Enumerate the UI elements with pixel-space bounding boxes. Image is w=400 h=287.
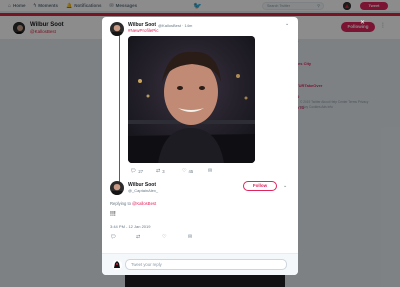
message-action[interactable]: ✉ bbox=[188, 234, 192, 240]
chevron-down-icon[interactable]: ⌄ bbox=[285, 21, 289, 27]
retweet-action[interactable]: ⇄ 3 bbox=[156, 168, 182, 174]
reply-icon: 💬︎ bbox=[130, 168, 137, 174]
retweet-icon: ⇄ bbox=[136, 234, 141, 240]
close-icon[interactable]: ✕ bbox=[360, 19, 365, 26]
thread-connector bbox=[119, 35, 120, 191]
reply-composer: Tweet your reply bbox=[102, 253, 298, 275]
retweet-icon: ⇄ bbox=[156, 168, 161, 174]
like-action[interactable]: ♡ bbox=[162, 234, 188, 240]
heart-icon: ♡ bbox=[182, 168, 187, 174]
reply-timestamp[interactable]: 3:44 PM - 12 Jan 2019 bbox=[110, 224, 150, 229]
like-action[interactable]: ♡ 45 bbox=[182, 168, 208, 174]
reply-icon: 💬︎ bbox=[110, 234, 117, 240]
reply-count: 27 bbox=[138, 168, 144, 174]
reply-action[interactable]: 💬︎ bbox=[110, 234, 136, 240]
retweet-action[interactable]: ⇄ bbox=[136, 234, 162, 240]
retweet-count: 3 bbox=[162, 168, 165, 174]
reply-author-handle[interactable]: @_CaptainAlex_ bbox=[128, 188, 158, 193]
replying-to: Replying to @KallosBest bbox=[110, 201, 156, 206]
envelope-icon: ✉ bbox=[208, 168, 213, 174]
reply-text: !!! bbox=[110, 211, 116, 218]
composer-avatar bbox=[112, 260, 122, 270]
reply-actions: 💬︎ ⇄ ♡ ✉ bbox=[110, 234, 192, 240]
message-action[interactable]: ✉ bbox=[208, 168, 212, 174]
reply-author-avatar[interactable] bbox=[110, 181, 124, 195]
heart-icon: ♡ bbox=[162, 234, 167, 240]
chevron-down-icon[interactable]: ⌄ bbox=[283, 183, 287, 189]
like-count: 45 bbox=[188, 168, 194, 174]
tweet-hashtag[interactable]: #NewProfilePic bbox=[128, 28, 159, 33]
tweet-modal: Wilbur Soot @KallosBest · 14m #NewProfil… bbox=[102, 17, 298, 275]
replying-to-handle[interactable]: @KallosBest bbox=[132, 201, 156, 206]
envelope-icon: ✉ bbox=[188, 234, 193, 240]
follow-button[interactable]: Follow bbox=[243, 181, 277, 191]
tweet-author-meta[interactable]: @KallosBest · 14m bbox=[158, 23, 192, 28]
tweet-actions: 💬︎ 27 ⇄ 3 ♡ 45 ✉ bbox=[130, 168, 212, 174]
tweet-photo[interactable] bbox=[128, 36, 255, 163]
tweet-author-avatar[interactable] bbox=[110, 22, 124, 36]
replying-to-prefix: Replying to bbox=[110, 201, 131, 206]
reply-action[interactable]: 💬︎ 27 bbox=[130, 168, 156, 174]
reply-input[interactable]: Tweet your reply bbox=[125, 259, 287, 270]
